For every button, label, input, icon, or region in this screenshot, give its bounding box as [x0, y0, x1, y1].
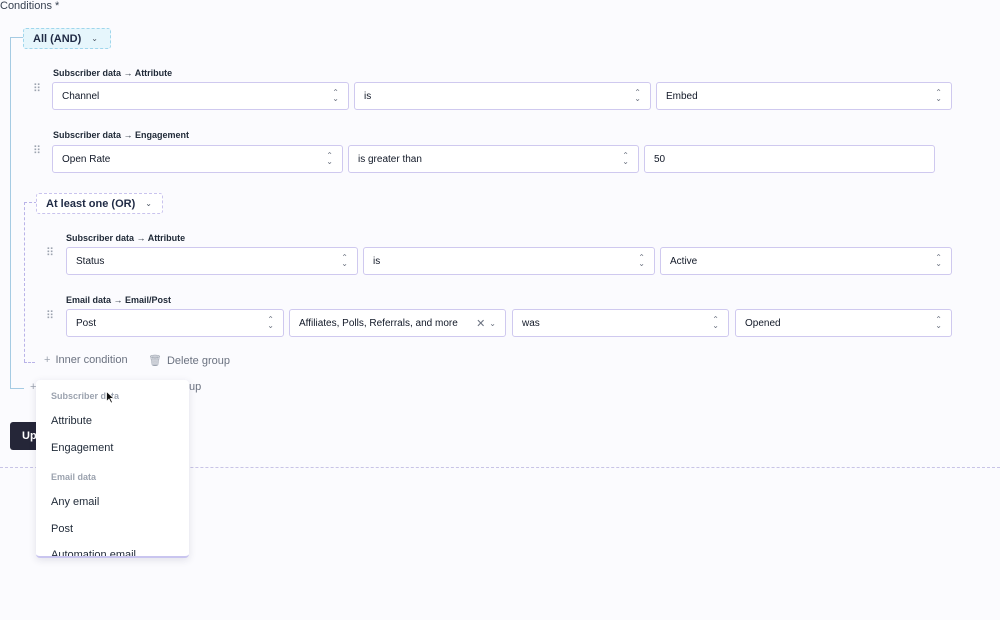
conditions-heading: Conditions *	[0, 0, 60, 12]
menu-item-automation-email[interactable]: Automation email	[51, 549, 136, 556]
nested-group-connector-bottom	[24, 362, 35, 363]
add-group-button[interactable]: up	[189, 381, 201, 393]
select-arrows-icon: ⌃ ⌄	[267, 315, 274, 330]
chevron-down-icon: ⌄	[91, 34, 98, 43]
nested-group-operator-label: At least one (OR)	[46, 197, 136, 210]
condition-value-select[interactable]: Active ⌃ ⌄	[660, 247, 952, 275]
condition-operator-select[interactable]: is ⌃ ⌄	[363, 247, 655, 275]
condition-path-label: Subscriber data → Attribute	[66, 233, 186, 243]
condition-operator-select[interactable]: is greater than ⌃ ⌄	[348, 145, 639, 173]
condition-field-select[interactable]: Open Rate ⌃ ⌄	[52, 145, 343, 173]
drag-handle-icon[interactable]: ⠿	[46, 248, 54, 259]
menu-item-attribute[interactable]: Attribute	[51, 415, 92, 427]
chevron-down-icon: ⌄	[145, 199, 152, 208]
delete-group-button[interactable]: 🗑 Delete group	[148, 354, 230, 368]
menu-section-header: Email data	[51, 472, 97, 482]
drag-handle-icon[interactable]: ⠿	[33, 84, 41, 95]
nested-group-operator-select[interactable]: At least one (OR) ⌄	[36, 193, 163, 214]
close-icon[interactable]: ✕	[476, 317, 485, 330]
select-arrows-icon: ⌃ ⌄	[935, 88, 942, 103]
condition-operator-select[interactable]: was ⌃ ⌄	[512, 309, 729, 337]
add-inner-condition-button[interactable]: + Inner condition	[44, 354, 128, 366]
menu-item-post[interactable]: Post	[51, 523, 73, 535]
menu-item-engagement[interactable]: Engagement	[51, 442, 113, 454]
plus-icon: +	[44, 354, 51, 366]
root-group-operator-select[interactable]: All (AND) ⌄	[23, 28, 111, 49]
condition-path-label: Subscriber data → Engagement	[53, 130, 190, 140]
select-arrows-icon: ⌃ ⌄	[326, 151, 333, 166]
select-arrows-icon: ⌃ ⌄	[935, 315, 942, 330]
condition-path-label: Email data → Email/Post	[66, 295, 172, 305]
condition-type-dropdown: Subscriber data Attribute Engagement Ema…	[36, 380, 189, 558]
select-arrows-icon: ⌃ ⌄	[634, 88, 641, 103]
condition-value-select[interactable]: Opened ⌃ ⌄	[735, 309, 952, 337]
condition-multi-value-select[interactable]: Affiliates, Polls, Referrals, and more ✕…	[289, 309, 506, 337]
condition-value-select[interactable]: Embed ⌃ ⌄	[656, 82, 952, 110]
condition-field-select[interactable]: Post ⌃ ⌄	[66, 309, 284, 337]
drag-handle-icon[interactable]: ⠿	[46, 311, 54, 322]
select-arrows-icon: ⌃ ⌄	[935, 253, 942, 268]
trash-icon: 🗑	[148, 355, 162, 367]
select-arrows-icon: ⌃ ⌄	[712, 315, 719, 330]
select-arrows-icon: ⌃ ⌄	[341, 253, 348, 268]
root-group-connector-bottom	[10, 388, 24, 389]
select-arrows-icon: ⌃ ⌄	[332, 88, 339, 103]
condition-field-select[interactable]: Channel ⌃ ⌄	[52, 82, 349, 110]
root-group-connector-top	[10, 37, 24, 38]
condition-operator-select[interactable]: is ⌃ ⌄	[354, 82, 651, 110]
root-group-connector	[10, 37, 11, 388]
chevron-down-icon[interactable]: ⌄	[489, 319, 496, 328]
condition-field-select[interactable]: Status ⌃ ⌄	[66, 247, 358, 275]
condition-value-input[interactable]: 50	[644, 145, 935, 173]
menu-item-any-email[interactable]: Any email	[51, 496, 99, 508]
root-group-operator-label: All (AND)	[33, 32, 82, 45]
select-arrows-icon: ⌃ ⌄	[638, 253, 645, 268]
nested-group-connector	[24, 202, 25, 362]
drag-handle-icon[interactable]: ⠿	[33, 146, 41, 157]
select-arrows-icon: ⌃ ⌄	[622, 151, 629, 166]
condition-path-label: Subscriber data → Attribute	[53, 68, 173, 78]
